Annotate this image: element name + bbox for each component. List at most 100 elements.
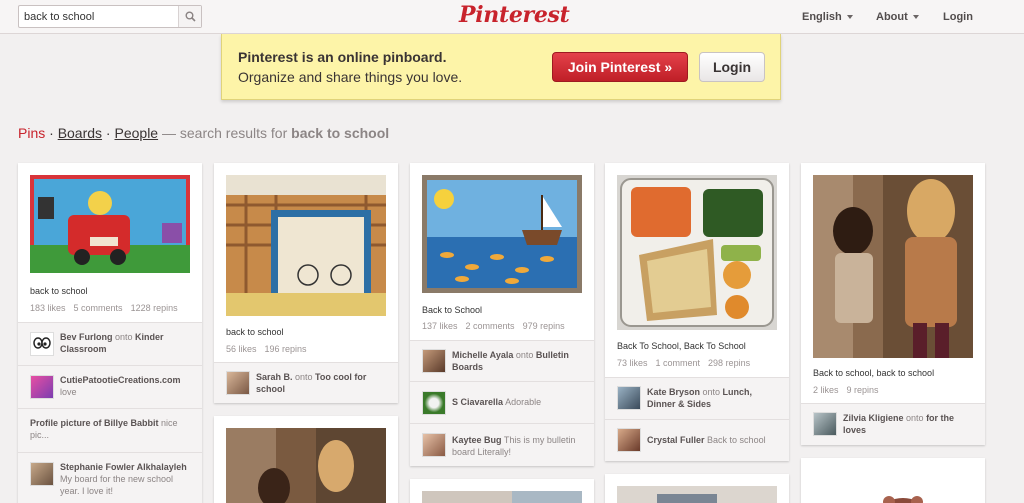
pin-activity-row[interactable]: S Ciavarella Adorable xyxy=(410,381,594,423)
avatar[interactable] xyxy=(30,375,54,399)
repins-count: 1228 repins xyxy=(130,303,178,313)
pin-activity-row[interactable]: Zilvia Kligiene onto for the loves xyxy=(801,403,985,445)
pin-image[interactable] xyxy=(422,491,582,503)
activity-note: Adorable xyxy=(505,397,542,407)
pin-card[interactable] xyxy=(214,416,398,503)
repins-count: 196 repins xyxy=(264,344,307,354)
signup-banner: Pinterest is an online pinboard. Organiz… xyxy=(221,34,781,100)
comments-count: 5 comments xyxy=(73,303,123,313)
tab-boards[interactable]: Boards xyxy=(58,125,102,141)
activity-text: Profile picture of Billye Babbit nice pi… xyxy=(30,417,194,441)
activity-user[interactable]: Bev Furlong xyxy=(60,332,113,342)
activity-text: Kaytee Bug This is my bulletin board Lit… xyxy=(452,434,586,458)
pin-activity-row[interactable]: Kate Bryson onto Lunch, Dinner & Sides xyxy=(605,377,789,419)
avatar[interactable] xyxy=(813,412,837,436)
activity-connector: onto xyxy=(700,387,723,397)
activity-text: Zilvia Kligiene onto for the loves xyxy=(843,412,977,436)
banner-login-button[interactable]: Login xyxy=(699,52,765,82)
pin-card[interactable] xyxy=(605,474,789,503)
avatar[interactable] xyxy=(30,462,54,486)
header-login-link[interactable]: Login xyxy=(943,11,973,23)
pin-description: Back to School xyxy=(422,305,483,315)
search-query: back to school xyxy=(291,125,390,141)
pin-activity-row[interactable]: Crystal Fuller Back to school xyxy=(605,419,789,461)
pin-image[interactable] xyxy=(617,486,777,503)
pin-stats: 2 likes 9 repins xyxy=(813,385,887,395)
search-icon xyxy=(185,11,196,22)
comments-count: 2 comments xyxy=(465,321,515,331)
tab-pins[interactable]: Pins xyxy=(18,125,45,141)
activity-text: Stephanie Fowler Alkhalayleh My board for… xyxy=(60,461,194,497)
activity-user[interactable]: Kate Bryson xyxy=(647,387,700,397)
chevron-down-icon xyxy=(912,15,919,20)
search-button[interactable] xyxy=(178,6,201,27)
pin-card[interactable]: Back To School, Back To School 73 likes 1… xyxy=(605,163,789,461)
top-bar: Pinterest English About Login xyxy=(0,0,1024,34)
pin-card[interactable]: Back to School 137 likes 2 comments 979 re… xyxy=(410,163,594,466)
activity-note: Back to school xyxy=(707,435,766,445)
likes-count: 183 likes xyxy=(30,303,66,313)
likes-count: 137 likes xyxy=(422,321,458,331)
activity-user[interactable]: Crystal Fuller xyxy=(647,435,705,445)
about-menu[interactable]: About xyxy=(876,11,919,23)
avatar[interactable] xyxy=(617,428,641,452)
pin-activity-row[interactable]: Profile picture of Billye Babbit nice pi… xyxy=(18,408,202,452)
pin-card[interactable]: back to school 56 likes 196 repins Sarah … xyxy=(214,163,398,403)
search-box xyxy=(18,5,202,28)
pin-description: back to school xyxy=(30,286,88,296)
avatar[interactable] xyxy=(30,332,54,356)
pin-activity-row[interactable]: Sarah B. onto Too cool for school xyxy=(214,362,398,403)
pin-image[interactable] xyxy=(813,470,973,503)
breadcrumb: Pins · Boards · People — search results … xyxy=(18,125,389,141)
avatar[interactable] xyxy=(226,371,250,395)
pin-image[interactable] xyxy=(30,175,190,273)
language-menu[interactable]: English xyxy=(802,11,853,23)
pin-image[interactable] xyxy=(422,175,582,293)
pin-image[interactable] xyxy=(617,175,777,330)
pin-activity-row[interactable]: Stephanie Fowler Alkhalayleh My board for… xyxy=(18,452,202,503)
tab-people[interactable]: People xyxy=(115,125,159,141)
pin-image[interactable] xyxy=(813,175,973,358)
activity-user[interactable]: Profile picture of xyxy=(30,418,102,428)
join-pinterest-button[interactable]: Join Pinterest » xyxy=(552,52,688,82)
pin-description: Back to school, back to school xyxy=(813,368,935,378)
pin-activity-row[interactable]: CutiePatootieCreations.com love xyxy=(18,365,202,408)
pin-activity-row[interactable]: Bev Furlong onto Kinder Classroom xyxy=(18,322,202,365)
avatar[interactable] xyxy=(422,391,446,415)
pin-activity-row[interactable]: Kaytee Bug This is my bulletin board Lit… xyxy=(410,423,594,466)
activity-text: S Ciavarella Adorable xyxy=(452,396,586,408)
activity-user[interactable]: Sarah B. xyxy=(256,372,293,382)
banner-subtitle: Organize and share things you love. xyxy=(238,69,463,85)
activity-text: Michelle Ayala onto Bulletin Boards xyxy=(452,349,586,373)
activity-user[interactable]: Zilvia Kligiene xyxy=(843,413,904,423)
pin-activity-row[interactable]: Michelle Ayala onto Bulletin Boards xyxy=(410,340,594,381)
avatar[interactable] xyxy=(422,433,446,457)
pin-card[interactable]: back to school 183 likes 5 comments 1228 r… xyxy=(18,163,202,503)
pin-card[interactable] xyxy=(801,458,985,503)
pin-description: Back To School, Back To School xyxy=(617,341,746,351)
search-input[interactable] xyxy=(19,6,179,27)
pin-image[interactable] xyxy=(226,428,386,503)
avatar[interactable] xyxy=(617,386,641,410)
pin-card[interactable] xyxy=(410,479,594,503)
language-label: English xyxy=(802,11,842,23)
activity-user[interactable]: CutiePatootieCreations.com xyxy=(60,375,181,385)
pin-description: back to school xyxy=(226,327,284,337)
pin-image[interactable] xyxy=(226,175,386,316)
likes-count: 73 likes xyxy=(617,358,648,368)
activity-user[interactable]: Stephanie Fowler Alkhalayleh xyxy=(60,462,187,472)
activity-user[interactable]: Michelle Ayala xyxy=(452,350,513,360)
repins-count: 979 repins xyxy=(522,321,565,331)
pinterest-logo[interactable]: Pinterest xyxy=(459,2,570,28)
activity-note: My board for the new school year. I love… xyxy=(60,474,174,496)
activity-text: Sarah B. onto Too cool for school xyxy=(256,371,390,395)
activity-connector[interactable]: Billye Babbit xyxy=(102,418,159,428)
repins-count: 9 repins xyxy=(846,385,879,395)
activity-user[interactable]: S Ciavarella xyxy=(452,397,503,407)
activity-text: Bev Furlong onto Kinder Classroom xyxy=(60,331,194,355)
pin-card[interactable]: Back to school, back to school 2 likes 9 … xyxy=(801,163,985,445)
avatar[interactable] xyxy=(422,349,446,373)
pin-stats: 56 likes 196 repins xyxy=(226,344,315,354)
activity-user[interactable]: Kaytee Bug xyxy=(452,435,502,445)
pin-stats: 73 likes 1 comment 298 repins xyxy=(617,358,758,368)
